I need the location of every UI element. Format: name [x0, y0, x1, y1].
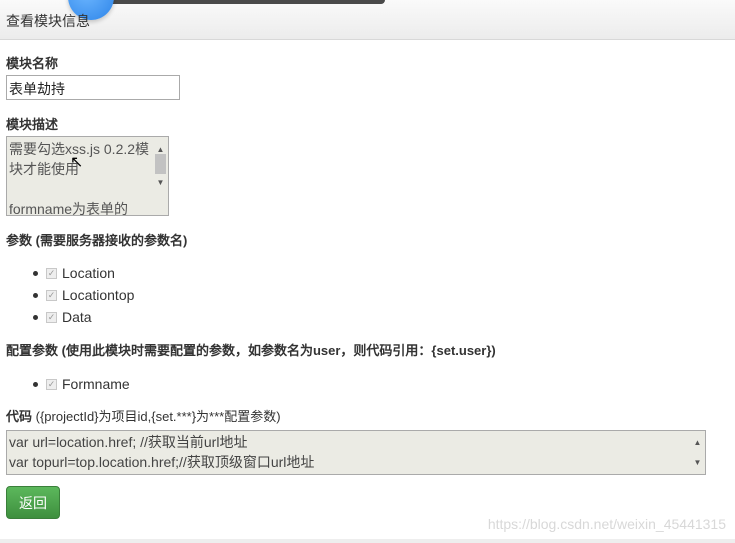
back-button[interactable]: 返回: [6, 486, 60, 519]
param-item: ✓ Locationtop: [33, 287, 134, 303]
page-title: 查看模块信息: [6, 13, 90, 29]
param-item: ✓ Data: [33, 309, 92, 325]
config-param-item: ✓ Formname: [33, 376, 130, 392]
checkbox[interactable]: ✓: [46, 289, 57, 301]
code-line: var topurl=top.location.href;//获取顶级窗口url…: [9, 454, 315, 470]
param-item: ✓ Location: [33, 265, 115, 281]
desc-line: [9, 179, 152, 199]
code-textarea[interactable]: var url=location.href; //获取当前url地址 var t…: [6, 430, 706, 475]
module-desc-textarea[interactable]: 需要勾选xss.js 0.2.2模 块才能使用 formname为表单的 ▲ ▼: [6, 136, 169, 216]
watermark: https://blog.csdn.net/weixin_45441315: [487, 516, 726, 532]
code-label: 代码 ({projectId}为项目id,{set.***}为***配置参数): [6, 409, 281, 424]
module-name-input[interactable]: 表单劫持: [6, 75, 180, 100]
mouse-cursor-icon: ↖: [70, 154, 84, 171]
desc-line: formname为表单的: [9, 201, 129, 216]
checkbox[interactable]: ✓: [46, 378, 57, 390]
scrollbar[interactable]: ▲ ▼: [153, 137, 168, 215]
header-bar: 查看模块信息: [0, 0, 735, 40]
config-params-label: 配置参数 (使用此模块时需要配置的参数，如参数名为user，则代码引用：{set…: [6, 343, 496, 358]
overlay-toolbar: [100, 0, 385, 4]
checkbox[interactable]: ✓: [46, 311, 57, 323]
params-label: 参数 (需要服务器接收的参数名): [6, 233, 188, 248]
module-name-label: 模块名称: [6, 56, 59, 71]
scrollbar[interactable]: ▲ ▼: [690, 431, 705, 474]
checkbox[interactable]: ✓: [46, 267, 57, 279]
module-desc-label: 模块描述: [6, 117, 59, 132]
bottom-divider: [0, 539, 735, 543]
code-line: var url=location.href; //获取当前url地址: [9, 434, 248, 450]
